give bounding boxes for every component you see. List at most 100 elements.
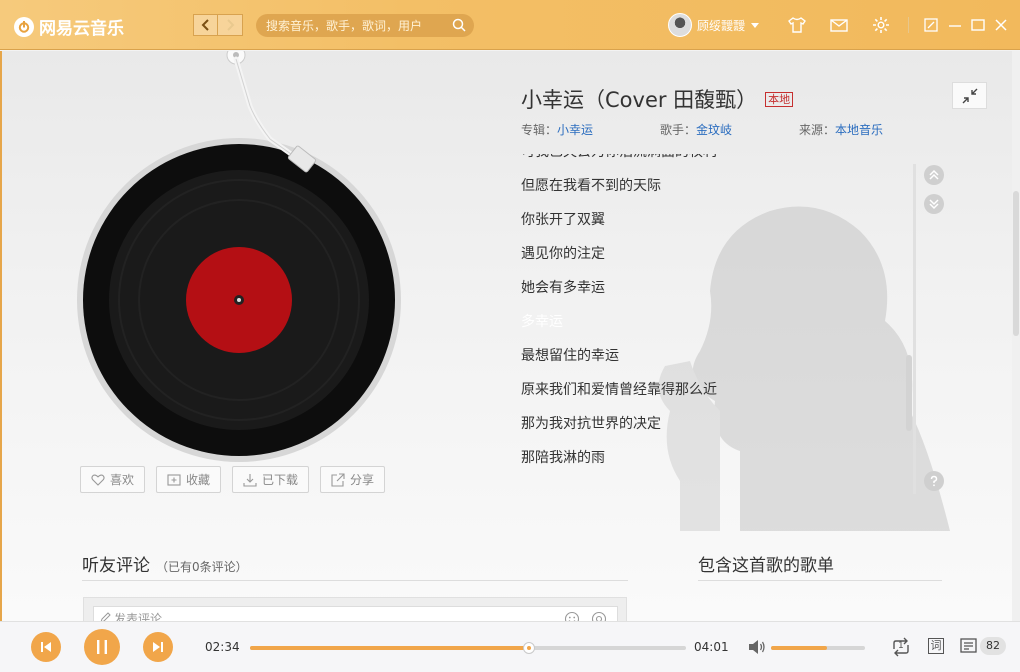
artist-link[interactable]: 金玟岐: [696, 123, 732, 137]
app-name: 网易云音乐: [39, 19, 124, 39]
current-time: 02:34: [205, 640, 240, 654]
search-input[interactable]: [266, 18, 446, 33]
minimize-icon[interactable]: [947, 17, 963, 33]
user-menu[interactable]: 顾绥靉靉: [668, 13, 760, 37]
pause-button[interactable]: [84, 629, 120, 665]
lyric-line-current: 多幸运: [521, 314, 563, 330]
song-title: 小幸运（Cover 田馥甄） 本地: [521, 84, 794, 114]
question-icon: [930, 475, 938, 487]
chevron-right-icon: [227, 19, 235, 31]
playlist-count-badge[interactable]: 82: [980, 637, 1006, 655]
song-actions: 喜欢 收藏 已下载 分享: [80, 466, 396, 493]
lyric-line: 那为我对抗世界的决定: [521, 416, 661, 432]
album-link[interactable]: 小幸运: [557, 123, 593, 137]
pencil-icon: [100, 612, 111, 621]
scroll-up-button[interactable]: [924, 165, 944, 185]
back-button[interactable]: [193, 14, 218, 36]
pause-icon: [97, 640, 107, 654]
forward-button[interactable]: [218, 14, 243, 36]
maximize-icon[interactable]: [970, 17, 986, 33]
album-label: 专辑：: [521, 123, 558, 137]
lyrics-scrollbar-track[interactable]: [913, 164, 916, 494]
mention-icon[interactable]: [591, 611, 607, 621]
total-time: 04:01: [694, 640, 729, 654]
collect-label: 收藏: [186, 473, 211, 487]
next-icon: [153, 642, 163, 652]
progress-fill: [250, 646, 529, 650]
volume-fill: [771, 646, 828, 650]
song-title-text: 小幸运（Cover 田馥甄）: [521, 88, 758, 112]
search-icon[interactable]: [452, 18, 466, 32]
playlists-title: 包含这首歌的歌单: [698, 556, 834, 576]
lyrics-panel[interactable]: 可我已失去为你泪流满面的权利但愿在我看不到的天际你张开了双翼遇见你的注定她会有多…: [521, 154, 901, 494]
avatar[interactable]: [668, 13, 692, 37]
progress-bar[interactable]: [250, 646, 686, 650]
close-icon[interactable]: [993, 17, 1009, 33]
double-chevron-up-icon: [929, 169, 939, 180]
progress-handle[interactable]: [522, 642, 535, 654]
lyric-line: 你张开了双翼: [521, 212, 605, 228]
share-label: 分享: [350, 473, 375, 487]
skin-icon[interactable]: [787, 15, 807, 35]
page-scrollbar-thumb[interactable]: [1013, 191, 1019, 336]
player-bar: 02:34 04:01 1 词 82: [0, 621, 1020, 672]
comment-placeholder: 发表评论: [114, 612, 163, 621]
download-icon: [243, 473, 257, 487]
scroll-down-button[interactable]: [924, 194, 944, 214]
netease-logo-icon: [14, 16, 34, 37]
like-button[interactable]: 喜欢: [80, 466, 146, 493]
playlists-heading: 包含这首歌的歌单: [698, 551, 834, 576]
history-nav: [193, 14, 243, 36]
lyric-line: 那陪我淋的雨: [521, 450, 605, 466]
lyrics-scrollbar-thumb[interactable]: [906, 355, 912, 431]
lyric-line: 可我已失去为你泪流满面的权利: [521, 154, 901, 169]
loop-mode-button[interactable]: 1: [890, 637, 912, 657]
source-label: 来源：: [799, 123, 836, 137]
app-logo[interactable]: 网易云音乐: [14, 14, 124, 39]
titlebar-divider: [908, 17, 909, 33]
comment-input[interactable]: 发表评论: [93, 606, 618, 621]
collect-button[interactable]: 收藏: [156, 466, 222, 493]
lyric-line: 她会有多幸运: [521, 280, 605, 296]
volume-bar[interactable]: [771, 646, 865, 650]
lyric-toggle-button[interactable]: 词: [928, 638, 944, 654]
comments-title: 听友评论: [82, 556, 150, 576]
share-icon: [331, 472, 345, 487]
previous-icon: [41, 642, 51, 652]
comments-divider: [82, 580, 628, 581]
playlist-icon[interactable]: [960, 638, 980, 656]
comment-composer: 发表评论: [83, 597, 627, 621]
page-scrollbar[interactable]: [1012, 51, 1020, 621]
comments-heading: 听友评论 （已有0条评论）: [82, 551, 248, 576]
source-info: 来源：本地音乐: [799, 121, 883, 138]
album-info: 专辑：小幸运: [521, 121, 593, 138]
chevron-down-icon[interactable]: [751, 22, 760, 28]
username[interactable]: 顾绥靉靉: [697, 17, 745, 34]
add-folder-icon: [167, 473, 181, 486]
artist-label: 歌手：: [660, 123, 697, 137]
collapse-button[interactable]: [952, 82, 987, 109]
lyric-line: 原来我们和爱情曾经靠得那么近: [521, 382, 717, 398]
loop-badge: 1: [898, 641, 904, 651]
double-chevron-down-icon: [929, 199, 939, 210]
volume-icon[interactable]: [748, 639, 766, 655]
help-button[interactable]: [924, 471, 944, 491]
local-tag: 本地: [765, 91, 794, 107]
window-edge: [0, 51, 2, 621]
emoji-icon[interactable]: [564, 611, 580, 621]
source-link[interactable]: 本地音乐: [835, 123, 883, 137]
downloaded-label: 已下载: [262, 473, 299, 487]
settings-icon[interactable]: [871, 15, 891, 35]
title-bar: 网易云音乐 顾绥靉靉: [0, 0, 1020, 50]
next-button[interactable]: [143, 632, 173, 662]
mini-mode-icon[interactable]: [923, 17, 939, 33]
previous-button[interactable]: [31, 632, 61, 662]
mail-icon[interactable]: [829, 15, 849, 35]
heart-icon: [91, 473, 105, 486]
artist-info: 歌手：金玟岐: [660, 121, 732, 138]
share-button[interactable]: 分享: [320, 466, 386, 493]
downloaded-button[interactable]: 已下载: [232, 466, 310, 493]
like-label: 喜欢: [110, 473, 135, 487]
lyric-line: 最想留住的幸运: [521, 348, 619, 364]
playlists-divider: [698, 580, 942, 581]
